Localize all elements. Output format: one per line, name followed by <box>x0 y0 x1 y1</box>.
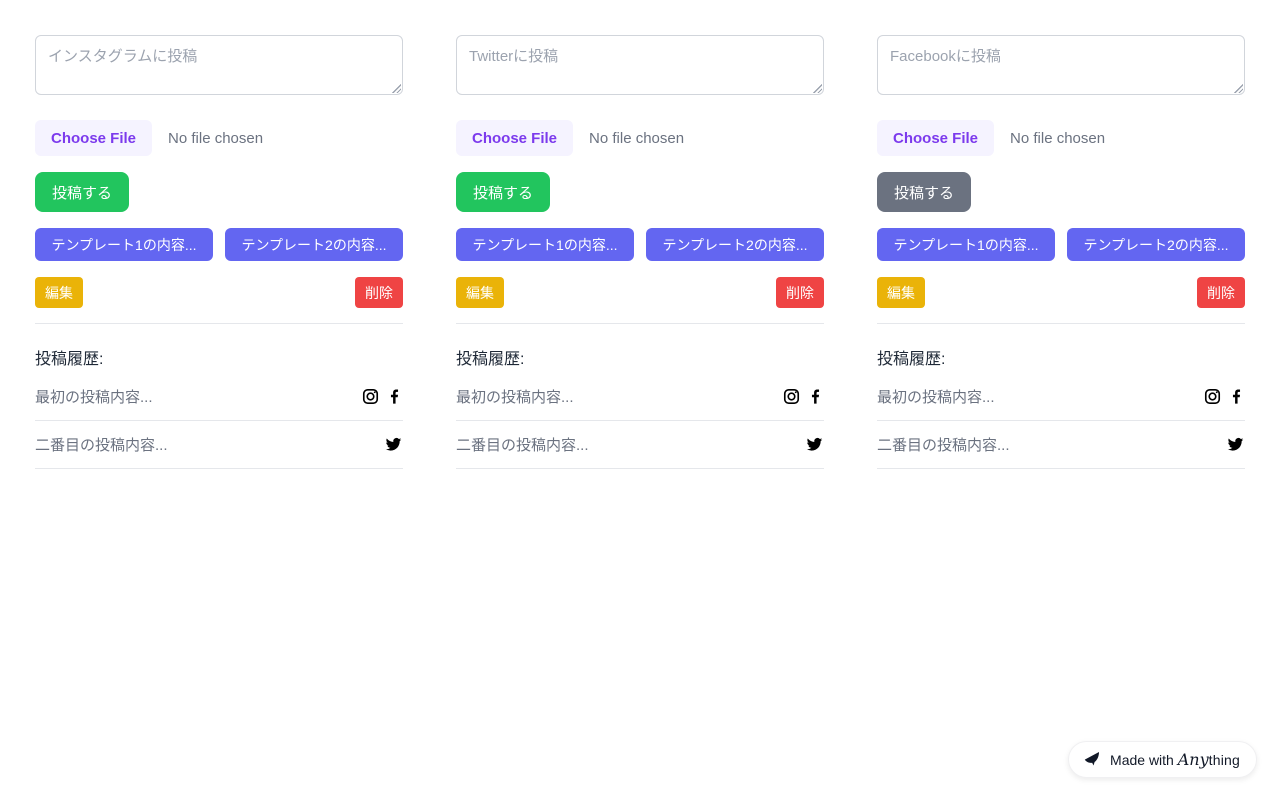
edit-delete-row: 編集 削除 <box>35 277 403 308</box>
choose-file-button[interactable]: Choose File <box>456 120 574 156</box>
template-row: テンプレート1の内容... テンプレート2の内容... <box>35 228 403 261</box>
file-upload-row: Choose File No file chosen <box>877 120 1245 156</box>
post-board: Choose File No file chosen 投稿する テンプレート1の… <box>0 0 1280 504</box>
history-list: 最初の投稿内容... 二番目の投稿内容... <box>35 373 403 469</box>
delete-button[interactable]: 削除 <box>776 277 824 308</box>
history-item-icons <box>783 388 824 405</box>
delete-button[interactable]: 削除 <box>1197 277 1245 308</box>
post-textarea-wrap <box>35 35 403 95</box>
twitter-post-textarea[interactable] <box>456 35 824 95</box>
platform-column-instagram: Choose File No file chosen 投稿する テンプレート1の… <box>35 35 403 469</box>
delete-button[interactable]: 削除 <box>355 277 403 308</box>
made-with-text: Made with Anything <box>1110 750 1240 769</box>
instagram-post-textarea[interactable] <box>35 35 403 95</box>
history-item-text: 最初の投稿内容... <box>456 389 574 406</box>
history-item: 二番目の投稿内容... <box>35 421 403 469</box>
platform-column-facebook: Choose File No file chosen 投稿する テンプレート1の… <box>877 35 1245 469</box>
edit-delete-row: 編集 削除 <box>877 277 1245 308</box>
post-textarea-wrap <box>456 35 824 95</box>
history-item-text: 二番目の投稿内容... <box>456 437 589 454</box>
history-list: 最初の投稿内容... 二番目の投稿内容... <box>456 373 824 469</box>
history-item-icons <box>1226 436 1245 453</box>
made-with-anything-badge[interactable]: Made with Anything <box>1068 741 1257 778</box>
history-item-icons <box>384 436 403 453</box>
template-2-button[interactable]: テンプレート2の内容... <box>1067 228 1245 261</box>
post-button[interactable]: 投稿する <box>877 172 972 212</box>
divider <box>877 323 1245 324</box>
brand-thing: thing <box>1208 752 1240 768</box>
history-item-text: 最初の投稿内容... <box>877 389 995 406</box>
divider <box>35 323 403 324</box>
edit-delete-row: 編集 削除 <box>456 277 824 308</box>
history-item-text: 最初の投稿内容... <box>35 389 153 406</box>
facebook-icon <box>1228 388 1245 405</box>
history-item: 最初の投稿内容... <box>35 373 403 421</box>
twitter-icon <box>805 436 824 453</box>
platform-column-twitter: Choose File No file chosen 投稿する テンプレート1の… <box>456 35 824 469</box>
history-item-icons <box>805 436 824 453</box>
file-status-text: No file chosen <box>589 129 685 147</box>
divider <box>456 323 824 324</box>
edit-button[interactable]: 編集 <box>456 277 504 308</box>
history-heading: 投稿履歴: <box>456 351 525 368</box>
template-1-button[interactable]: テンプレート1の内容... <box>35 228 213 261</box>
facebook-icon <box>386 388 403 405</box>
twitter-icon <box>384 436 403 453</box>
history-item-text: 二番目の投稿内容... <box>877 437 1010 454</box>
facebook-icon <box>807 388 824 405</box>
template-2-button[interactable]: テンプレート2の内容... <box>225 228 403 261</box>
post-button[interactable]: 投稿する <box>456 172 551 212</box>
anything-logo-icon <box>1082 750 1101 769</box>
instagram-icon <box>783 388 800 405</box>
post-button[interactable]: 投稿する <box>35 172 130 212</box>
instagram-icon <box>362 388 379 405</box>
post-textarea-wrap <box>877 35 1245 95</box>
file-upload-row: Choose File No file chosen <box>35 120 403 156</box>
instagram-icon <box>1204 388 1221 405</box>
history-item-icons <box>1204 388 1245 405</box>
history-heading: 投稿履歴: <box>877 351 946 368</box>
template-row: テンプレート1の内容... テンプレート2の内容... <box>877 228 1245 261</box>
twitter-icon <box>1226 436 1245 453</box>
choose-file-button[interactable]: Choose File <box>877 120 995 156</box>
template-1-button[interactable]: テンプレート1の内容... <box>877 228 1055 261</box>
history-item: 最初の投稿内容... <box>877 373 1245 421</box>
choose-file-button[interactable]: Choose File <box>35 120 153 156</box>
template-row: テンプレート1の内容... テンプレート2の内容... <box>456 228 824 261</box>
file-upload-row: Choose File No file chosen <box>456 120 824 156</box>
template-1-button[interactable]: テンプレート1の内容... <box>456 228 634 261</box>
file-status-text: No file chosen <box>1010 129 1106 147</box>
history-item: 最初の投稿内容... <box>456 373 824 421</box>
template-2-button[interactable]: テンプレート2の内容... <box>646 228 824 261</box>
history-item: 二番目の投稿内容... <box>877 421 1245 469</box>
file-status-text: No file chosen <box>168 129 264 147</box>
facebook-post-textarea[interactable] <box>877 35 1245 95</box>
history-item-icons <box>362 388 403 405</box>
edit-button[interactable]: 編集 <box>35 277 83 308</box>
history-item: 二番目の投稿内容... <box>456 421 824 469</box>
history-heading: 投稿履歴: <box>35 351 104 368</box>
history-item-text: 二番目の投稿内容... <box>35 437 168 454</box>
history-list: 最初の投稿内容... 二番目の投稿内容... <box>877 373 1245 469</box>
edit-button[interactable]: 編集 <box>877 277 925 308</box>
brand-any: Any <box>1177 750 1209 769</box>
